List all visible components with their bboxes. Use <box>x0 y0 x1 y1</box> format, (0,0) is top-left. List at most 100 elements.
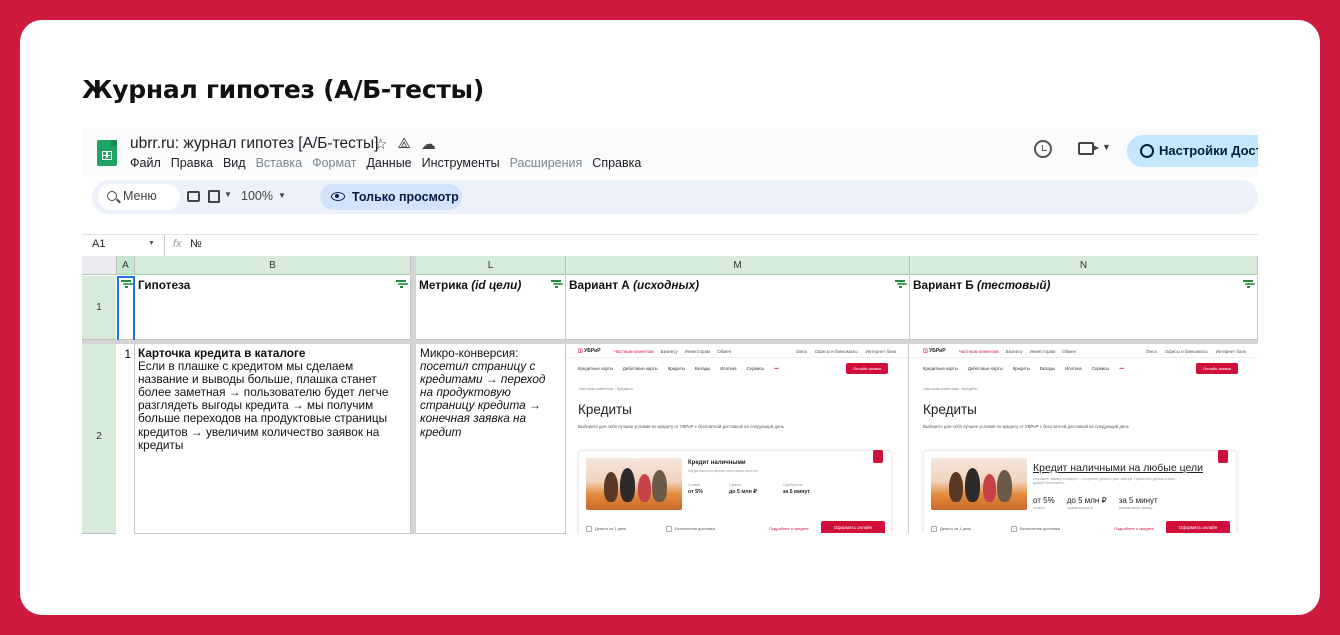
chevron-down-icon[interactable]: ▼ <box>148 240 155 247</box>
cell-b1[interactable]: Гипотеза <box>135 276 411 340</box>
filter-icon[interactable] <box>895 280 905 288</box>
spreadsheet-screenshot: ubrr.ru: журнал гипотез [А/Б-тесты] ☆ ⟁ … <box>82 128 1258 534</box>
bank-logo: ◫ УБРиР <box>923 348 946 354</box>
menu-data[interactable]: Данные <box>366 156 411 170</box>
menu-edit[interactable]: Правка <box>171 156 213 170</box>
menu-search-label: Меню <box>123 189 157 203</box>
stat-rate: от 5% ставка <box>1033 496 1055 510</box>
variant-a-screenshot[interactable]: ◫ УБРиР Частным клиентам Бизнесу Инвесто… <box>566 344 909 533</box>
bank-internet-bank: Интернет банк <box>1215 349 1246 354</box>
view-only-label: Только просмотр <box>352 190 459 204</box>
card-stats: от 5% ставка до 5 млн ₽ сумма кредита за 5… <box>1033 496 1158 510</box>
stat-approval: за 5 минут рассмотрим заявку <box>1118 496 1158 510</box>
cell-b2[interactable]: Карточка кредита в каталоге Если в плашк… <box>135 344 411 534</box>
filter-icon[interactable] <box>1243 280 1253 288</box>
column-header-l[interactable]: L <box>416 256 566 275</box>
bank-menu-item: Кредиты <box>1012 366 1030 371</box>
bank-breadcrumb: Частным клиентам › Кредиты <box>923 386 978 391</box>
formula-input[interactable]: № <box>190 238 202 250</box>
version-history-icon[interactable] <box>1034 140 1052 158</box>
cell-a2[interactable]: 1 <box>117 344 135 534</box>
menu-help[interactable]: Справка <box>592 156 641 170</box>
search-icon <box>107 191 117 201</box>
row-header-1[interactable]: 1 <box>82 276 116 340</box>
zoom-select[interactable]: 100% <box>241 189 273 203</box>
credit-card-b: Кредит наличными на любые цели Оставьте … <box>923 450 1237 533</box>
menu-file[interactable]: Файл <box>130 156 161 170</box>
bank-menu-item: Дебетовые карты <box>967 366 1003 371</box>
share-button-label: Настройки Доступа <box>1159 143 1258 158</box>
bank-menu: Кредитные карты Дебетовые карты Кредиты … <box>578 366 779 371</box>
card-subtitle: Оставьте заявку сегодня — получите деньг… <box>1033 477 1175 485</box>
move-icon[interactable]: ⟁ <box>397 135 410 153</box>
cell-m1[interactable]: Вариант А (исходных) <box>566 276 910 340</box>
bank-menu-item: Ипотека <box>1065 366 1082 371</box>
bank-menu: Кредитные карты Дебетовые карты Кредиты … <box>923 366 1124 371</box>
bank-city: Омск <box>795 349 807 354</box>
header-variant-a: Вариант А <box>569 278 634 292</box>
chevron-down-icon[interactable]: ▼ <box>278 191 286 200</box>
bank-tab: Бизнесу <box>660 349 678 354</box>
bank-top-tabs: Частным клиентам Бизнесу Инвесторам Обме… <box>959 349 1076 354</box>
bank-tab: Частным клиентам <box>614 349 654 354</box>
column-header-b[interactable]: B <box>135 256 411 275</box>
bank-menu-item: Кредитные карты <box>923 366 958 371</box>
share-button[interactable]: Настройки Доступа <box>1127 135 1258 167</box>
row-header-2[interactable]: 2 <box>82 344 116 534</box>
bank-menu-item: Ипотека <box>720 366 737 371</box>
bank-top-right: Омск Офисы и банкоматы Интернет банк <box>1146 349 1246 354</box>
document-title[interactable]: ubrr.ru: журнал гипотез [А/Б-тесты] <box>130 135 378 153</box>
bank-menu-more: ••• <box>774 366 779 371</box>
cell-l1[interactable]: Метрика (id цели) <box>416 276 566 340</box>
card-title: Кредит наличными на любые цели <box>1033 462 1203 474</box>
select-all-corner[interactable] <box>82 256 117 275</box>
chevron-down-icon[interactable]: ▼ <box>224 190 232 199</box>
bank-breadcrumb: Частным клиентам › Кредиты <box>578 386 633 391</box>
globe-icon <box>1140 144 1154 158</box>
menu-search[interactable]: Меню <box>98 184 180 210</box>
footer-feature: Деньги за 1 день <box>931 526 971 532</box>
meet-video-icon[interactable] <box>1078 142 1099 155</box>
filter-icon[interactable] <box>551 280 561 288</box>
selected-cell-outline <box>117 276 135 342</box>
menu-format[interactable]: Формат <box>312 156 356 170</box>
column-header-m[interactable]: M <box>566 256 910 275</box>
family-photo <box>931 458 1027 510</box>
slide-title: Журнал гипотез (А/Б-тесты) <box>82 75 484 104</box>
bank-tab: Инвесторам <box>1029 349 1056 354</box>
cell-l2[interactable]: Микро-конверсия: посетил страницу с кред… <box>416 344 566 534</box>
filter-icon[interactable] <box>396 280 406 288</box>
cloud-status-icon[interactable]: ☁ <box>421 135 436 153</box>
print-icon[interactable] <box>187 191 200 202</box>
variant-b-screenshot[interactable]: ◫ УБРиР Частным клиентам Бизнесу Инвесто… <box>911 344 1258 533</box>
bank-menu-more: ••• <box>1119 366 1124 371</box>
bank-menu-item: Сервисы <box>1091 366 1110 371</box>
apply-button: Оформить онлайн <box>821 521 885 533</box>
menu-extensions[interactable]: Расширения <box>510 156 583 170</box>
cell-n1[interactable]: Вариант Б (тестовый) <box>910 276 1258 340</box>
menu-tools[interactable]: Инструменты <box>422 156 500 170</box>
stat-amount: до 5 млн ₽ сумма кредита <box>1066 496 1107 510</box>
chevron-down-icon[interactable]: ▼ <box>1102 142 1111 152</box>
name-box[interactable]: A1 <box>92 238 105 250</box>
toolbar: Меню ▼ 100% ▼ Только просмотр <box>92 180 1258 214</box>
footer-feature: Бесплатная доставка <box>666 526 715 532</box>
credit-card-a: Кредит наличными Когда настало время исп… <box>578 450 892 533</box>
bank-tab: Обмен <box>1062 349 1077 354</box>
sheets-logo-icon[interactable] <box>97 140 117 166</box>
bank-topbar: ◫ УБРиР Частным клиентам Бизнесу Инвесто… <box>911 344 1258 358</box>
column-header-n[interactable]: N <box>910 256 1258 275</box>
bank-tab: Частным клиентам <box>959 349 999 354</box>
menu-view[interactable]: Вид <box>223 156 246 170</box>
frozen-column-divider[interactable] <box>411 256 416 534</box>
bookmark-icon <box>873 450 883 463</box>
bank-online-button: Онлайн-заявка <box>1196 363 1238 374</box>
bank-page-title: Кредиты <box>923 402 977 417</box>
star-icon[interactable]: ☆ <box>374 135 387 153</box>
column-header-a[interactable]: A <box>117 256 135 275</box>
view-only-button[interactable]: Только просмотр <box>320 184 462 210</box>
format-icon[interactable] <box>208 190 220 203</box>
header-metric-note: (id цели) <box>471 278 522 292</box>
more-link: Подробнее о кредите <box>1114 526 1154 531</box>
menu-insert[interactable]: Вставка <box>256 156 302 170</box>
